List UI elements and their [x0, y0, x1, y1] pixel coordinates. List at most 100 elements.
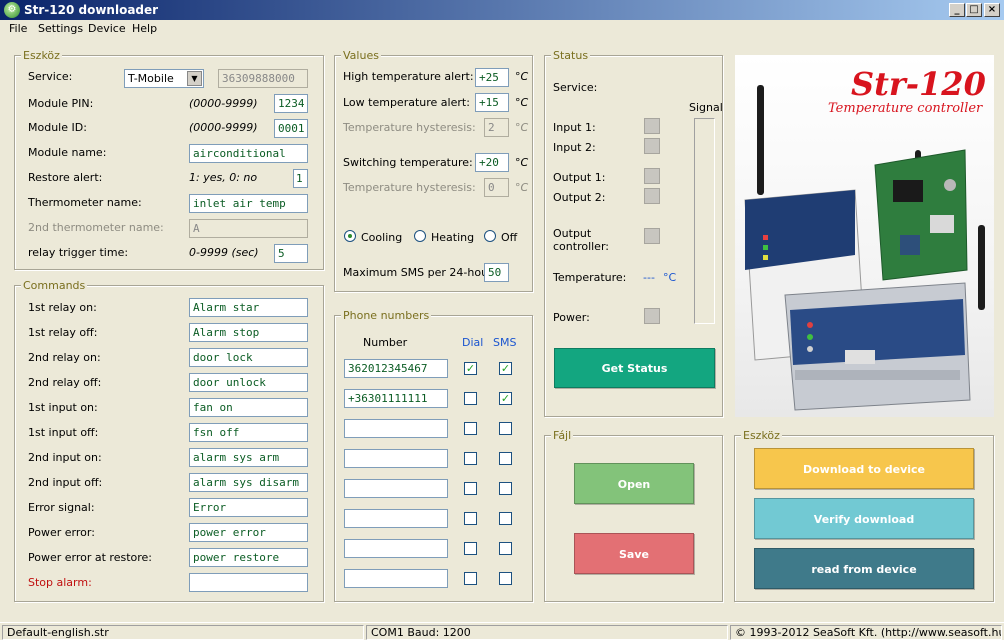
verify-download-button[interactable]: Verify download: [754, 498, 974, 539]
off-label: Off: [501, 231, 518, 244]
heating-radio[interactable]: [414, 230, 426, 242]
heating-label: Heating: [431, 231, 475, 244]
command-label: Power error at restore:: [28, 551, 153, 564]
device-actions-title: Eszköz: [741, 429, 782, 442]
service-select[interactable]: T-Mobile ▼: [124, 69, 204, 88]
maximize-button[interactable]: □: [966, 3, 982, 17]
command-field[interactable]: fsn off: [189, 423, 308, 442]
chevron-down-icon[interactable]: ▼: [187, 71, 202, 86]
product-image: Str-120 Temperature controller: [735, 55, 994, 417]
dial-checkbox[interactable]: [464, 542, 477, 555]
restore-alert-field[interactable]: 1: [293, 169, 308, 188]
dial-checkbox[interactable]: [464, 572, 477, 585]
phone-number-field[interactable]: [344, 539, 448, 558]
max-sms-field[interactable]: 50: [484, 263, 509, 282]
sms-checkbox[interactable]: [499, 542, 512, 555]
phone-number-field[interactable]: 3620123454​67: [344, 359, 448, 378]
phone-number-field[interactable]: [344, 569, 448, 588]
module-name-field[interactable]: airconditional: [189, 144, 308, 163]
restore-alert-hint: 1: yes, 0: no: [189, 171, 258, 184]
command-label: 2nd input on:: [28, 451, 102, 464]
command-field[interactable]: Alarm star: [189, 298, 308, 317]
command-label: 1st input on:: [28, 401, 98, 414]
dial-checkbox[interactable]: ✓: [464, 362, 477, 375]
close-button[interactable]: ×: [984, 3, 1000, 17]
signal-label: Signal: [689, 101, 723, 114]
command-field[interactable]: alarm sys disarm: [189, 473, 308, 492]
phone-number-field[interactable]: [344, 509, 448, 528]
download-to-device-button[interactable]: Download to device: [754, 448, 974, 489]
output-controller-indicator: [644, 228, 660, 244]
command-field[interactable]: door lock: [189, 348, 308, 367]
command-field[interactable]: [189, 573, 308, 592]
sms-checkbox[interactable]: ✓: [499, 392, 512, 405]
status-port: COM1 Baud: 1200: [366, 625, 728, 640]
get-status-button[interactable]: Get Status: [554, 348, 715, 388]
open-button[interactable]: Open: [574, 463, 694, 504]
dial-checkbox[interactable]: [464, 482, 477, 495]
product-illustration: [744, 85, 985, 411]
relay-trigger-hint: 0-9999 (sec): [189, 246, 259, 259]
thermometer2-name-field: A: [189, 219, 308, 238]
module-id-hint: (0000-9999): [189, 121, 258, 134]
read-from-device-button[interactable]: read from device: [754, 548, 974, 589]
minimize-button[interactable]: _: [949, 3, 965, 17]
dial-checkbox[interactable]: [464, 452, 477, 465]
hysteresis1-unit: °C: [515, 121, 529, 134]
menu-device[interactable]: Device: [88, 22, 126, 35]
sms-checkbox[interactable]: [499, 512, 512, 525]
menu-settings[interactable]: Settings: [38, 22, 83, 35]
command-field[interactable]: power restore: [189, 548, 308, 567]
input1-label: Input 1:: [553, 121, 596, 134]
title-bar[interactable]: ⚙ Str-120 downloader _ □ ×: [0, 0, 1004, 20]
number-column-header: Number: [363, 336, 408, 349]
switching-temp-field[interactable]: +20: [475, 153, 509, 172]
command-field[interactable]: door unlock: [189, 373, 308, 392]
command-field[interactable]: Error: [189, 498, 308, 517]
command-label: Power error:: [28, 526, 95, 539]
high-temp-label: High temperature alert:: [343, 70, 474, 83]
command-field[interactable]: alarm sys arm: [189, 448, 308, 467]
sms-checkbox[interactable]: [499, 452, 512, 465]
values-title: Values: [341, 49, 381, 62]
output-controller-label: Output controller:: [553, 227, 609, 253]
module-id-field[interactable]: 0001: [274, 119, 308, 138]
command-field[interactable]: Alarm stop: [189, 323, 308, 342]
input1-indicator: [644, 118, 660, 134]
temperature-value: ---: [643, 271, 655, 284]
high-temp-unit: °C: [515, 70, 529, 83]
sms-checkbox[interactable]: [499, 422, 512, 435]
menu-help[interactable]: Help: [132, 22, 157, 35]
save-button[interactable]: Save: [574, 533, 694, 574]
hysteresis2-field: 0: [484, 178, 509, 197]
hysteresis1-field: 2: [484, 118, 509, 137]
phone-number-field[interactable]: [344, 449, 448, 468]
menu-bar: File Settings Device Help: [0, 20, 1004, 38]
off-radio[interactable]: [484, 230, 496, 242]
status-bar: Default-english.str COM1 Baud: 1200 © 19…: [0, 622, 1004, 640]
dial-checkbox[interactable]: [464, 422, 477, 435]
status-file: Default-english.str: [2, 625, 364, 640]
low-temp-field[interactable]: +15: [475, 93, 509, 112]
command-field[interactable]: fan on: [189, 398, 308, 417]
menu-file[interactable]: File: [9, 22, 27, 35]
module-pin-field[interactable]: 1234: [274, 94, 308, 113]
phone-number-field[interactable]: [344, 419, 448, 438]
command-label: 1st relay off:: [28, 326, 98, 339]
command-field[interactable]: power error: [189, 523, 308, 542]
cooling-radio[interactable]: [344, 230, 356, 242]
relay-trigger-field[interactable]: 5: [274, 244, 308, 263]
dial-checkbox[interactable]: [464, 392, 477, 405]
dial-checkbox[interactable]: [464, 512, 477, 525]
high-temp-field[interactable]: +25: [475, 68, 509, 87]
sms-checkbox[interactable]: ✓: [499, 362, 512, 375]
thermometer-name-field[interactable]: inlet air temp: [189, 194, 308, 213]
status-service-label: Service:: [553, 81, 598, 94]
signal-meter: [694, 118, 715, 324]
commands-title: Commands: [21, 279, 88, 292]
values-group: Values: [334, 49, 533, 292]
sms-checkbox[interactable]: [499, 482, 512, 495]
sms-checkbox[interactable]: [499, 572, 512, 585]
phone-number-field[interactable]: +36301111111: [344, 389, 448, 408]
phone-number-field[interactable]: [344, 479, 448, 498]
